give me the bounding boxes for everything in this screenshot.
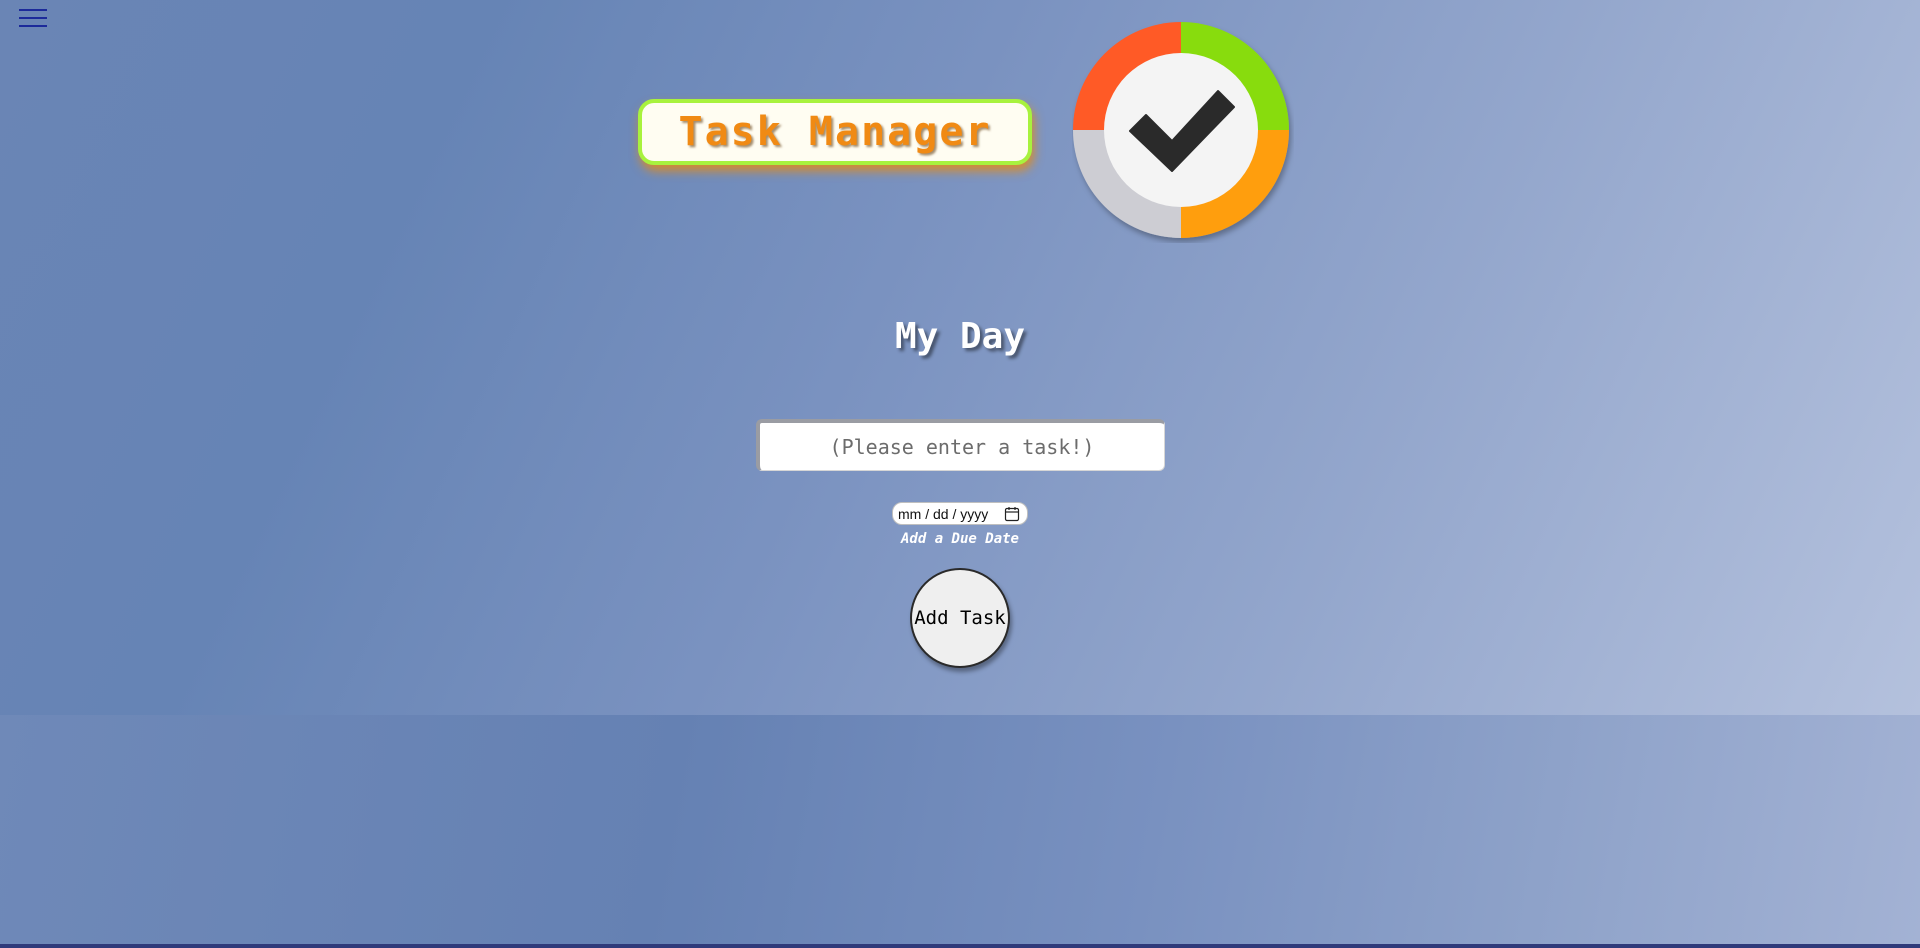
app-title: Task Manager xyxy=(678,109,992,155)
page-heading: My Day xyxy=(894,316,1026,357)
bottom-divider xyxy=(0,944,1920,948)
task-input[interactable] xyxy=(756,419,1165,471)
app-title-badge: Task Manager xyxy=(638,99,1032,165)
due-date-input[interactable]: mm / dd / yyyy xyxy=(892,502,1028,525)
checkmark-circle-logo-icon xyxy=(1073,22,1289,238)
due-date-label: Add a Due Date xyxy=(900,531,1019,547)
hamburger-menu-icon[interactable] xyxy=(19,8,47,30)
page-background-bottom xyxy=(0,715,1920,944)
add-task-button[interactable]: Add Task xyxy=(910,568,1010,668)
menu-bar xyxy=(19,25,47,27)
menu-bar xyxy=(19,17,47,19)
calendar-icon[interactable] xyxy=(1004,506,1020,522)
menu-bar xyxy=(19,9,47,11)
due-date-placeholder: mm / dd / yyyy xyxy=(898,505,989,522)
